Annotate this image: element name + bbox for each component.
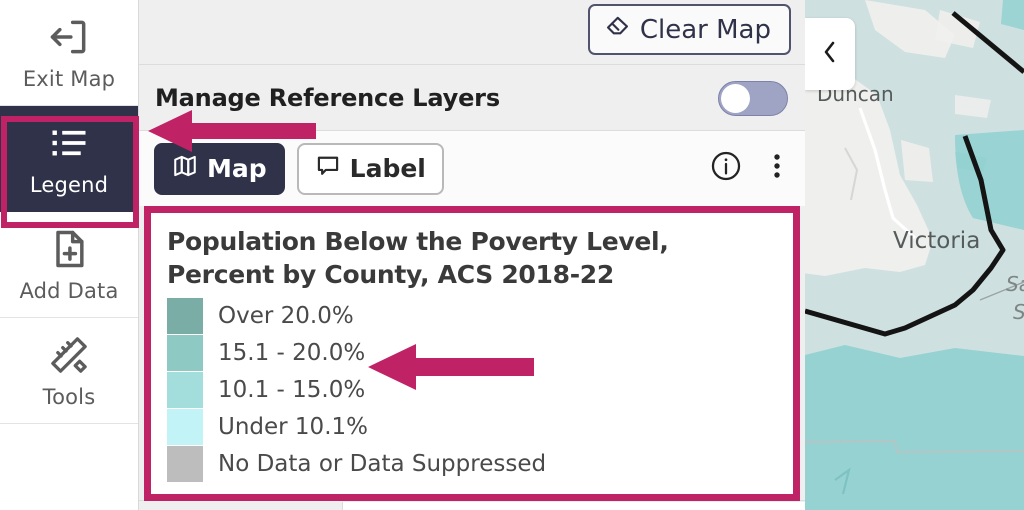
manage-reference-layers-toggle[interactable] <box>718 81 788 116</box>
sidebar-item-label: Tools <box>42 384 96 409</box>
map-application: Exit Map Legend Add Data Tools Clear Map… <box>0 0 1024 510</box>
legend-item[interactable]: Over 20.0% <box>167 297 777 334</box>
legend-swatch <box>167 297 203 334</box>
tab-map-label: Map <box>207 154 267 183</box>
sidebar-item-add-data[interactable]: Add Data <box>0 212 138 318</box>
exit-map-icon <box>47 15 91 59</box>
legend-swatch <box>167 334 203 371</box>
add-data-file-icon <box>47 227 91 271</box>
layer-control-panel: Clear Map Manage Reference Layers Map La… <box>139 0 805 510</box>
tab-map[interactable]: Map <box>154 142 285 195</box>
map-label-tabs: Map Label <box>139 131 805 206</box>
tab-label[interactable]: Label <box>296 142 444 195</box>
left-sidebar: Exit Map Legend Add Data Tools <box>0 0 139 510</box>
info-icon[interactable] <box>709 149 743 188</box>
panel-toolbar: Clear Map <box>139 0 805 65</box>
legend-item-label: No Data or Data Suppressed <box>218 450 547 477</box>
collapse-panel-button[interactable] <box>805 18 855 90</box>
manage-reference-layers-label: Manage Reference Layers <box>155 83 500 112</box>
legend-item[interactable]: Under 10.1% <box>167 408 777 445</box>
legend-item-label: Over 20.0% <box>218 302 354 329</box>
legend-item-label: 15.1 - 20.0% <box>218 339 366 366</box>
tools-ruler-pencil-icon <box>47 333 91 377</box>
legend-item[interactable]: No Data or Data Suppressed <box>167 445 777 482</box>
sidebar-item-legend[interactable]: Legend <box>0 106 138 212</box>
legend-card-highlight: Population Below the Poverty Level, Perc… <box>144 206 800 501</box>
folded-map-icon <box>172 153 198 185</box>
legend-item[interactable]: 10.1 - 15.0% <box>167 371 777 408</box>
legend-swatch <box>167 371 203 408</box>
sidebar-item-tools[interactable]: Tools <box>0 318 138 424</box>
panel-bottom-strip <box>139 500 805 510</box>
map-place-label: Victoria <box>893 228 981 254</box>
map-canvas[interactable]: Duncan Victoria Sa S <box>805 0 1024 510</box>
legend-card: Population Below the Poverty Level, Perc… <box>151 213 793 494</box>
speech-bubble-icon <box>315 153 341 185</box>
sidebar-item-label: Add Data <box>19 278 119 303</box>
legend-swatch <box>167 445 203 482</box>
manage-reference-layers-row: Manage Reference Layers <box>139 65 805 131</box>
clear-map-button[interactable]: Clear Map <box>587 4 791 55</box>
map-water-label: S <box>1013 300 1024 324</box>
legend-title: Population Below the Poverty Level, Perc… <box>167 227 669 289</box>
legend-item-list: Over 20.0% 15.1 - 20.0% 10.1 - 15.0% Und… <box>167 297 777 482</box>
legend-list-icon <box>47 121 91 165</box>
eraser-icon <box>604 14 631 46</box>
toggle-knob <box>721 84 750 113</box>
tab-label-label: Label <box>349 154 426 183</box>
chevron-left-icon <box>820 38 840 71</box>
legend-swatch <box>167 408 203 445</box>
legend-item[interactable]: 15.1 - 20.0% <box>167 334 777 371</box>
clear-map-label: Clear Map <box>639 14 771 45</box>
panel-bottom-white-area <box>342 502 805 510</box>
legend-item-label: Under 10.1% <box>218 413 368 440</box>
sidebar-item-exit-map[interactable]: Exit Map <box>0 0 138 106</box>
legend-item-label: 10.1 - 15.0% <box>218 376 366 403</box>
sidebar-item-label: Exit Map <box>22 66 116 91</box>
sidebar-item-label: Legend <box>29 173 109 197</box>
map-water-label: Sa <box>1006 272 1024 296</box>
kebab-menu-icon[interactable] <box>765 149 789 188</box>
tab-action-icons <box>709 131 789 206</box>
